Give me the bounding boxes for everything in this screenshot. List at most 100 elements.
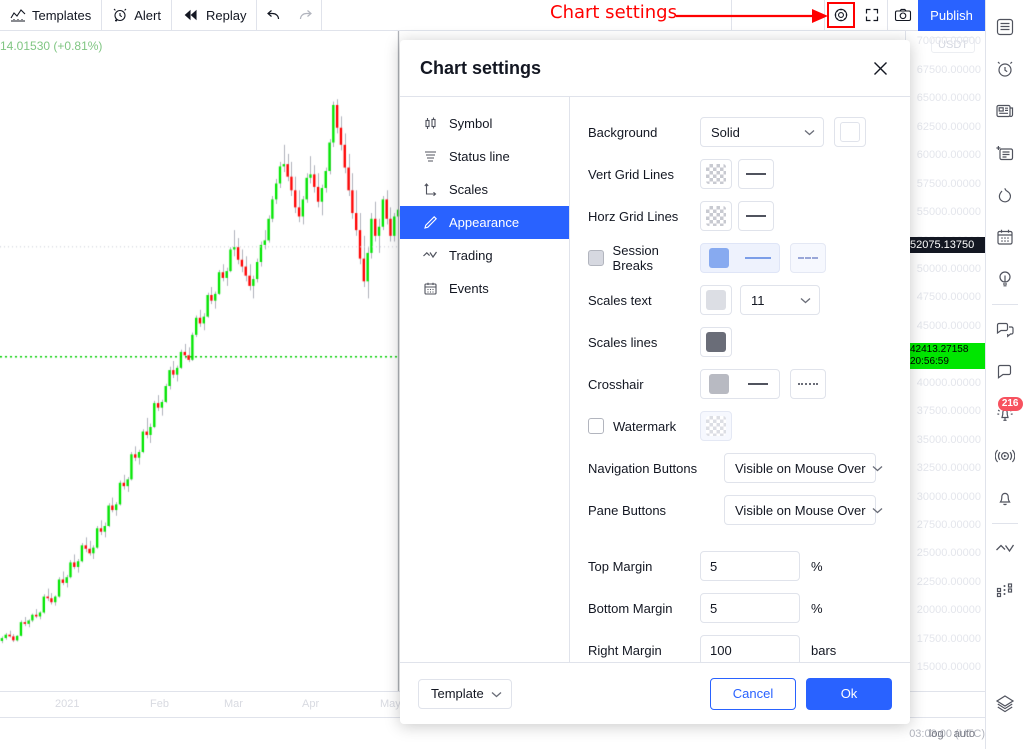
templates-icon xyxy=(10,7,26,23)
nav-item-events[interactable]: Events xyxy=(400,272,569,305)
dashed-line-icon xyxy=(798,257,818,259)
chevron-down-icon xyxy=(872,507,883,514)
color-preview xyxy=(706,332,726,352)
sidebar-divider xyxy=(992,304,1018,305)
session-breaks-checkbox[interactable] xyxy=(588,250,604,266)
layers-icon-button[interactable] xyxy=(986,683,1024,725)
price-tick: 45000.00000 xyxy=(916,319,981,332)
watchlist-icon-button[interactable] xyxy=(986,6,1024,48)
crosshair-color-swatch[interactable] xyxy=(701,369,737,399)
navigation-buttons-select[interactable]: Visible on Mouse Over xyxy=(724,453,882,483)
notifications-icon-button[interactable] xyxy=(986,477,1024,519)
watermark-checkbox[interactable] xyxy=(588,418,604,434)
redo-button[interactable] xyxy=(289,0,321,31)
row-watermark: Watermark xyxy=(588,405,910,447)
crosshair-color-line-button[interactable] xyxy=(700,369,780,399)
bottom-margin-unit: % xyxy=(811,600,823,616)
ideas-icon-button[interactable] xyxy=(986,258,1024,300)
publish-button[interactable]: Publish xyxy=(918,0,985,31)
vert-grid-color-swatch[interactable] xyxy=(700,159,732,189)
bottom-margin-input[interactable] xyxy=(700,593,800,623)
crosshair-price-label: 52075.13750 xyxy=(907,237,985,254)
price-tick: 70000.00000 xyxy=(916,35,981,48)
dialog-footer: Template Cancel Ok xyxy=(400,662,910,724)
nav-item-status-line[interactable]: Status line xyxy=(400,140,569,173)
watermark-color-swatch[interactable] xyxy=(700,411,732,441)
background-label: Background xyxy=(588,124,658,140)
nav-label-trading: Trading xyxy=(449,248,493,263)
auto-scale-button[interactable]: auto xyxy=(954,728,975,740)
session-breaks-color-line-button[interactable] xyxy=(700,243,780,273)
snapshot-button[interactable] xyxy=(888,0,918,31)
alert-button[interactable]: Alert xyxy=(102,0,172,31)
alert-label: Alert xyxy=(134,7,161,23)
replay-button[interactable]: Replay xyxy=(172,0,258,31)
right-margin-unit: bars xyxy=(811,642,837,658)
calendar-icon-button[interactable] xyxy=(986,216,1024,258)
background-color-swatch[interactable] xyxy=(834,117,866,147)
row-navigation-buttons: Navigation Buttons Visible on Mouse Over xyxy=(588,447,910,489)
replay-label: Replay xyxy=(205,7,247,23)
session-breaks-color-swatch[interactable] xyxy=(701,243,737,273)
vert-grid-line-style-button[interactable] xyxy=(738,159,774,189)
horz-grid-color-swatch[interactable] xyxy=(700,201,732,231)
watermark-checkbox-label[interactable]: Watermark xyxy=(588,418,700,434)
nav-label-status-line: Status line xyxy=(449,149,510,164)
time-tick: Apr xyxy=(302,698,320,710)
chart-settings-button[interactable] xyxy=(827,2,855,28)
price-tick: 57500.00000 xyxy=(916,177,981,190)
scales-text-color-swatch[interactable] xyxy=(700,285,732,315)
chat-icon-button[interactable] xyxy=(986,309,1024,351)
hotlist-icon-button[interactable] xyxy=(986,174,1024,216)
object-tree-icon-button[interactable] xyxy=(986,570,1024,612)
scales-text-size-select[interactable]: 11 xyxy=(740,285,820,315)
row-vert-grid-lines: Vert Grid Lines xyxy=(588,153,910,195)
session-breaks-checkbox-label[interactable]: Session Breaks xyxy=(588,243,700,273)
log-scale-button[interactable]: log xyxy=(929,728,944,740)
crosshair-line-style-button[interactable] xyxy=(790,369,826,399)
close-icon[interactable] xyxy=(871,59,890,78)
last-price-time: 20:56:59 xyxy=(910,356,949,368)
templates-button[interactable]: Templates xyxy=(0,0,103,31)
price-scale[interactable]: USDT 70000.00000 67500.00000 65000.00000 62… xyxy=(905,31,985,691)
trading-panel-icon-button[interactable] xyxy=(986,528,1024,570)
crosshair-line-preview[interactable] xyxy=(737,369,779,399)
scales-lines-color-swatch[interactable] xyxy=(700,327,732,357)
private-chat-icon-button[interactable] xyxy=(986,351,1024,393)
time-tick: 2021 xyxy=(55,698,80,710)
solid-line-icon xyxy=(746,173,766,175)
appearance-settings: Background Solid Vert Grid Lines Horz Gr… xyxy=(570,97,910,662)
alarm-clock-icon-button[interactable] xyxy=(986,48,1024,90)
candle-icon xyxy=(422,116,438,131)
horz-grid-line-style-button[interactable] xyxy=(738,201,774,231)
right-margin-input[interactable] xyxy=(700,635,800,662)
color-preview xyxy=(706,290,726,310)
news-icon-button[interactable] xyxy=(986,90,1024,132)
nav-item-symbol[interactable]: Symbol xyxy=(400,107,569,140)
session-breaks-line-style-button[interactable] xyxy=(790,243,826,273)
nav-item-appearance[interactable]: Appearance xyxy=(400,206,569,239)
background-type-select[interactable]: Solid xyxy=(700,117,824,147)
data-window-icon-button[interactable] xyxy=(986,132,1024,174)
vert-grid-label: Vert Grid Lines xyxy=(588,166,674,182)
navigation-buttons-value: Visible on Mouse Over xyxy=(735,460,866,476)
nav-item-scales[interactable]: Scales xyxy=(400,173,569,206)
nav-item-trading[interactable]: Trading xyxy=(400,239,569,272)
cancel-button[interactable]: Cancel xyxy=(710,677,796,710)
top-toolbar: Templates Alert Replay Publish xyxy=(0,0,985,31)
last-price-label: 42413.27158 20:56:59 xyxy=(907,343,985,370)
ok-button[interactable]: Ok xyxy=(806,677,892,710)
undo-button[interactable] xyxy=(257,0,289,31)
fullscreen-button[interactable] xyxy=(857,0,887,31)
transparent-swatch xyxy=(706,164,726,184)
row-session-breaks: Session Breaks xyxy=(588,237,910,279)
top-margin-input[interactable] xyxy=(700,551,800,581)
session-breaks-line-preview[interactable] xyxy=(737,243,779,273)
alerts-log-icon-button[interactable]: 216 xyxy=(986,393,1024,435)
template-dropdown-button[interactable]: Template xyxy=(418,678,512,709)
scale-options: log auto xyxy=(929,718,985,749)
stream-icon-button[interactable] xyxy=(986,435,1024,477)
top-margin-label: Top Margin xyxy=(588,558,653,574)
chevron-down-icon xyxy=(872,465,883,472)
pane-buttons-select[interactable]: Visible on Mouse Over xyxy=(724,495,882,525)
